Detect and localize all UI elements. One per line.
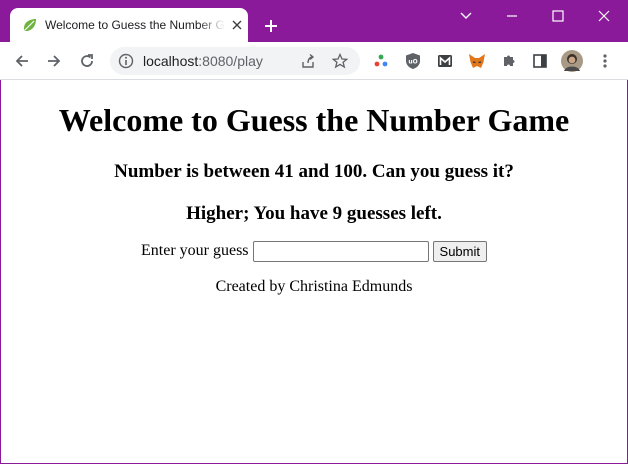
- color-dots-extension-icon[interactable]: [371, 51, 391, 71]
- arrow-left-icon[interactable]: [8, 47, 36, 75]
- plus-icon[interactable]: [258, 13, 284, 39]
- kebab-menu-icon[interactable]: [595, 51, 615, 71]
- avatar[interactable]: [561, 50, 583, 72]
- guess-label: Enter your guess: [141, 242, 249, 259]
- minimize-icon[interactable]: [489, 0, 535, 32]
- page-title: Welcome to Guess the Number Game: [58, 102, 570, 138]
- gmail-m-icon[interactable]: [435, 51, 455, 71]
- range-message: Number is between 41 and 100. Can you gu…: [114, 161, 514, 182]
- arrow-right-icon[interactable]: [40, 47, 68, 75]
- info-icon[interactable]: [118, 53, 134, 69]
- footer-credit: Created by Christina Edmunds: [215, 278, 413, 295]
- tab-title: Welcome to Guess the Number Game: [45, 18, 225, 32]
- metamask-fox-icon[interactable]: [467, 51, 487, 71]
- puzzle-icon[interactable]: [499, 51, 519, 71]
- browser-tab[interactable]: Welcome to Guess the Number Game: [10, 8, 248, 42]
- reload-icon[interactable]: [73, 47, 101, 75]
- tab-strip: Welcome to Guess the Number Game: [0, 0, 628, 42]
- browser-window: Welcome to Guess the Number Game: [0, 0, 628, 464]
- ublock-shield-icon[interactable]: uO: [403, 51, 423, 71]
- svg-text:uO: uO: [408, 59, 417, 66]
- guess-form: Enter your guess Submit: [1, 240, 627, 262]
- page-viewport: Welcome to Guess the Number Game Number …: [1, 80, 627, 463]
- hint-message: Higher; You have 9 guesses left.: [186, 203, 442, 224]
- spring-leaf-icon: [22, 17, 38, 33]
- guess-input[interactable]: [252, 240, 429, 262]
- close-window-icon[interactable]: [581, 0, 627, 32]
- address-bar[interactable]: localhost:8080/play: [110, 47, 360, 75]
- share-icon[interactable]: [298, 51, 318, 71]
- submit-button[interactable]: Submit: [432, 240, 487, 262]
- close-icon[interactable]: [228, 16, 246, 34]
- star-icon[interactable]: [330, 51, 350, 71]
- side-panel-icon[interactable]: [530, 51, 550, 71]
- chevron-down-icon[interactable]: [443, 0, 489, 32]
- url-host: localhost: [143, 53, 199, 69]
- url-text: localhost:8080/play: [143, 47, 263, 75]
- url-path: :8080/play: [198, 53, 263, 69]
- maximize-icon[interactable]: [535, 0, 581, 32]
- browser-toolbar: localhost:8080/play uO: [0, 42, 628, 80]
